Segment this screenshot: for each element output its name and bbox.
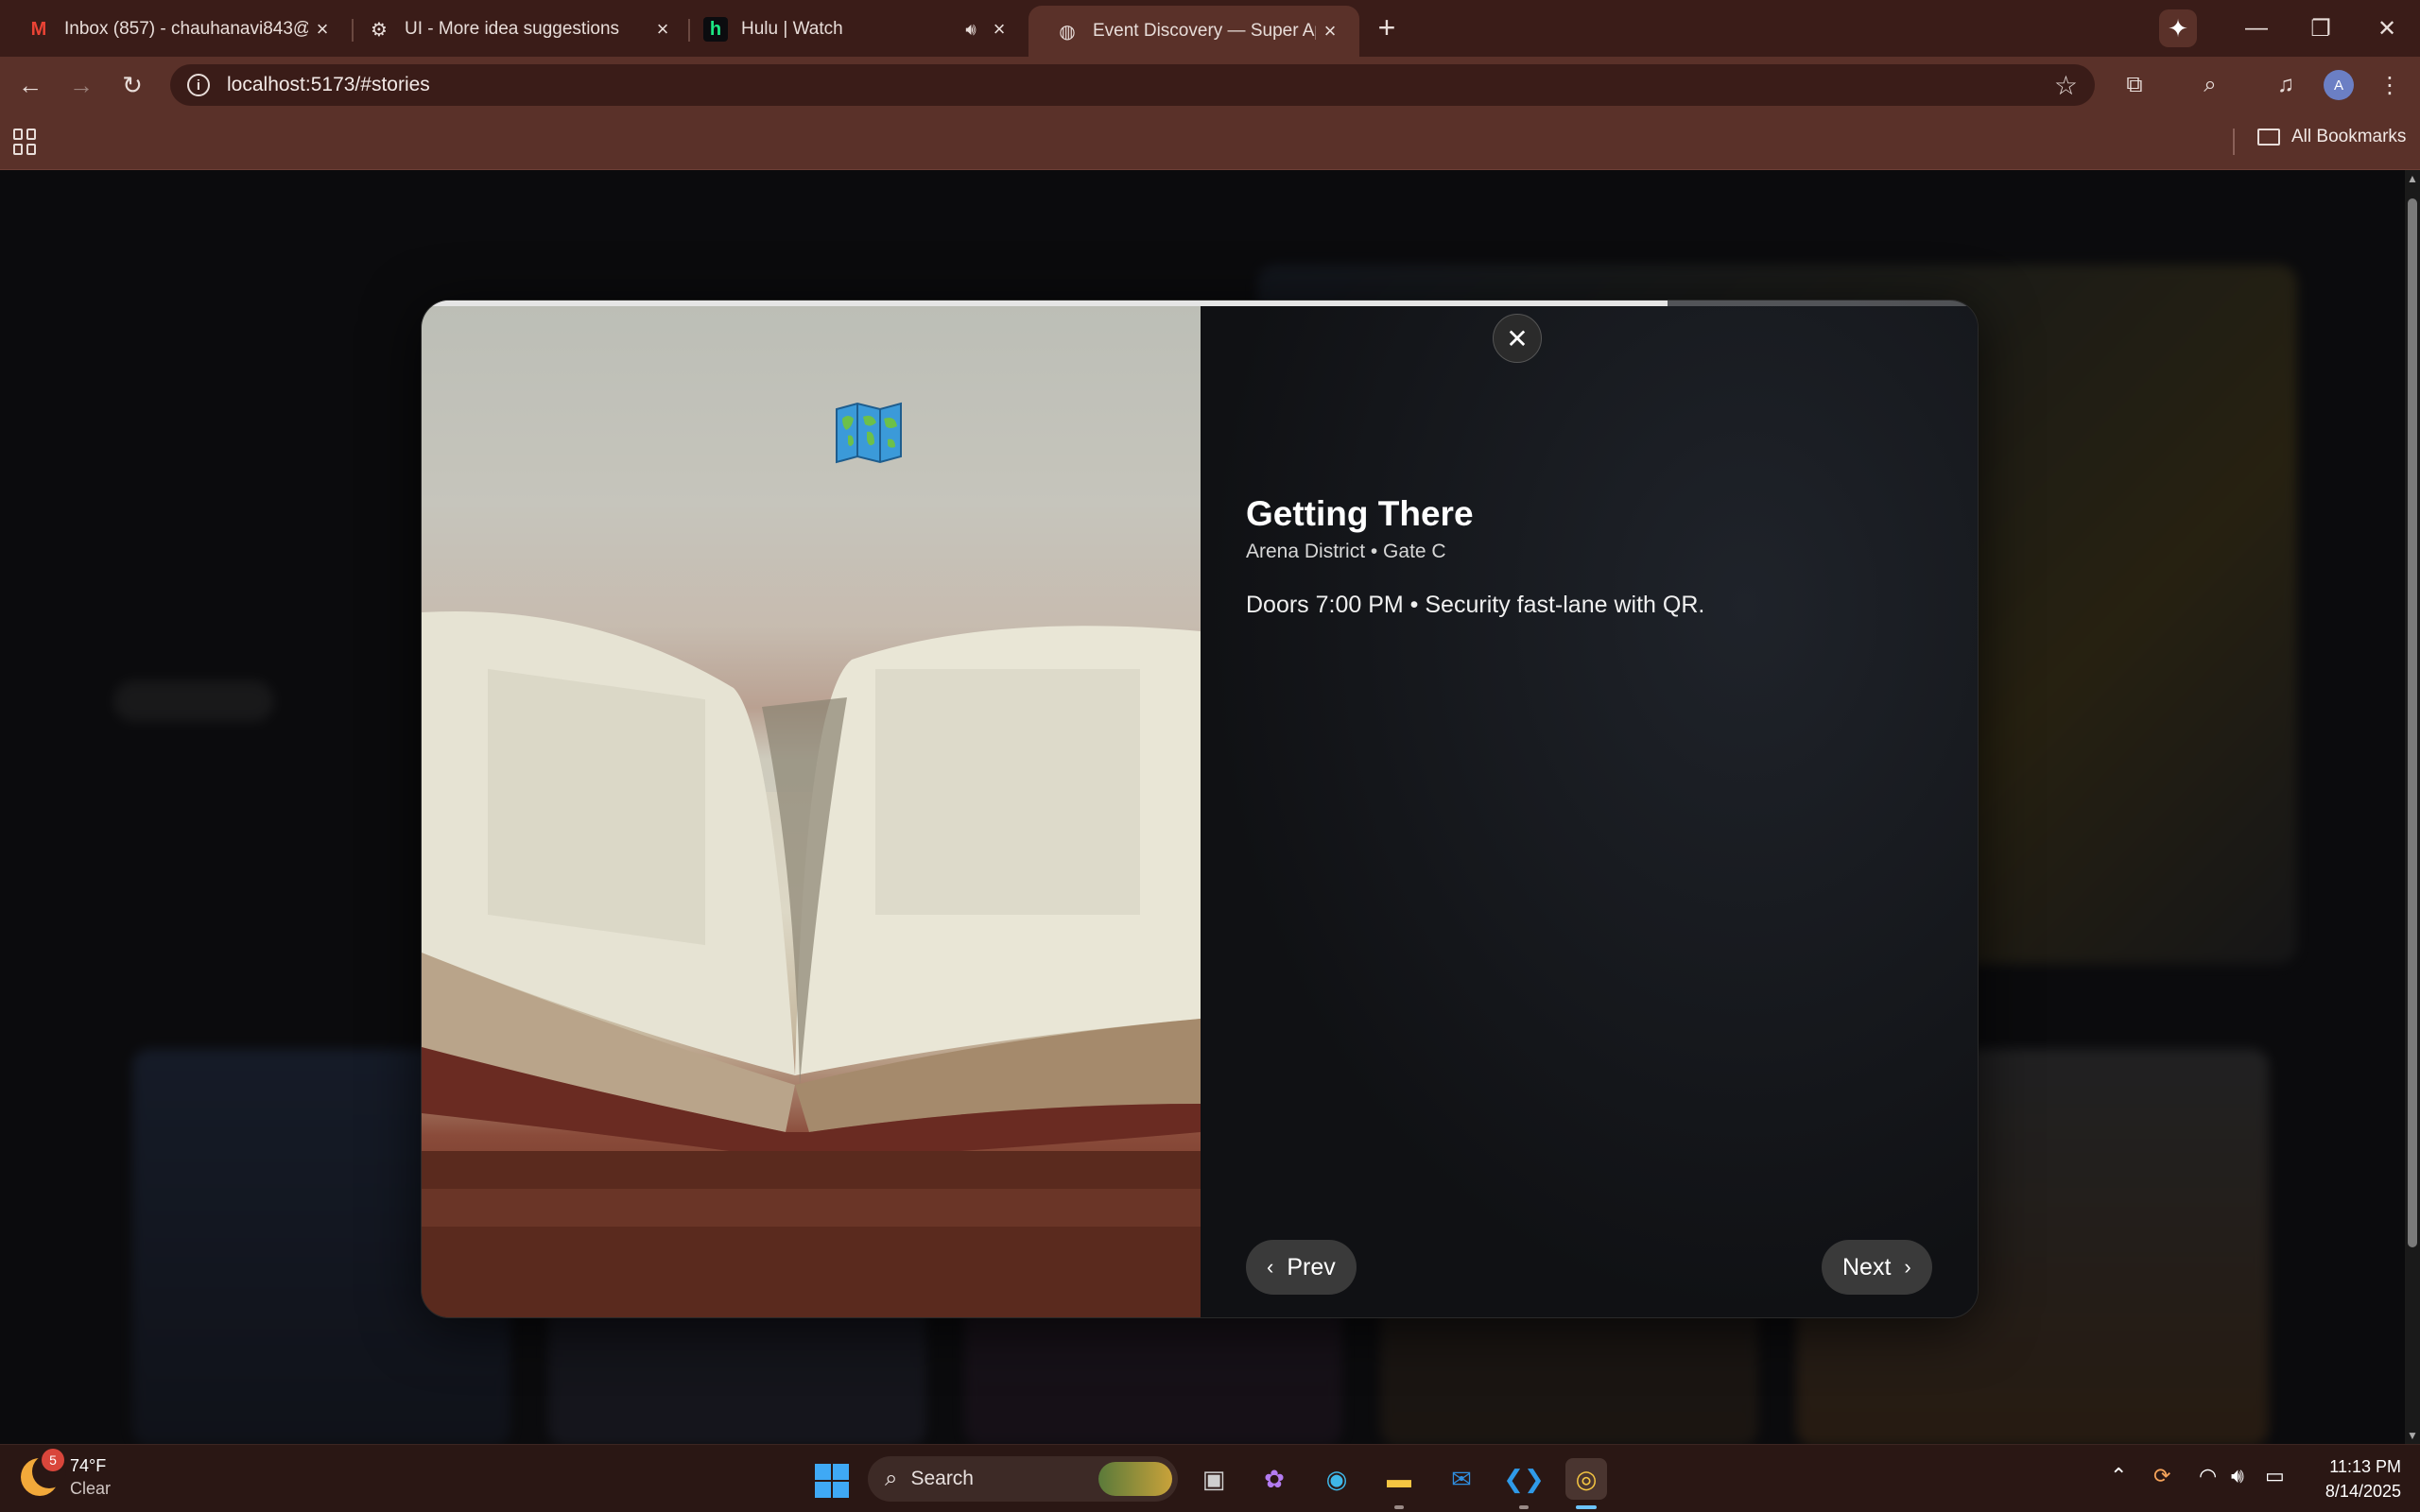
clock-date: 8/14/2025: [2325, 1482, 2401, 1501]
back-icon[interactable]: ←: [11, 66, 49, 104]
close-icon: ✕: [1506, 323, 1529, 353]
story-info-panel: [1201, 301, 1978, 1317]
active-indicator: [1576, 1505, 1597, 1509]
tab-search-icon[interactable]: ⌕: [2191, 66, 2229, 104]
media-controls-icon[interactable]: ♫: [2267, 66, 2305, 104]
tab-gmail[interactable]: M Inbox (857) - chauhanavi843@ ×: [0, 8, 352, 51]
scrollbar-thumb[interactable]: [2408, 198, 2417, 1247]
tab-title: Hulu | Watch: [741, 19, 843, 39]
hulu-icon: h: [703, 17, 728, 42]
edge-icon[interactable]: ◉: [1316, 1458, 1357, 1500]
search-highlight-image: [1098, 1462, 1172, 1496]
task-view-icon[interactable]: ▣: [1193, 1458, 1235, 1500]
tab-event-discovery[interactable]: ◍ Event Discovery — Super App ×: [1028, 6, 1359, 57]
running-indicator: [1394, 1505, 1404, 1509]
backdrop-chip: [113, 680, 274, 722]
sync-icon[interactable]: ⟳: [2153, 1464, 2170, 1488]
system-clock[interactable]: 11:13 PM 8/14/2025: [2305, 1454, 2401, 1503]
windows-start-icon[interactable]: [815, 1464, 849, 1498]
taskbar-search[interactable]: ⌕ Search: [868, 1456, 1178, 1502]
search-placeholder: Search: [910, 1468, 974, 1489]
forward-icon[interactable]: →: [62, 66, 100, 104]
gemini-icon[interactable]: ✦: [2159, 9, 2197, 47]
bookmarks-bar: All Bookmarks: [0, 112, 2420, 170]
restore-icon[interactable]: ❐: [2297, 9, 2344, 47]
story-progress-track: [422, 301, 1978, 306]
story-image: [422, 301, 1201, 1317]
windows-taskbar: 5 74°F Clear ⌕ Search ▣ ✿ ◉ ▬ ✉ ❮❯ ◎ ⌃ ⟳…: [0, 1444, 2420, 1512]
close-tab-icon[interactable]: ×: [1316, 17, 1344, 45]
tab-title: Event Discovery — Super App: [1093, 21, 1316, 41]
world-map-icon: [836, 402, 902, 464]
show-hidden-icons[interactable]: ⌃: [2110, 1464, 2127, 1488]
bookmarks-separator: [2233, 129, 2235, 155]
new-tab-button[interactable]: +: [1371, 10, 1403, 44]
chevron-left-icon: ‹: [1267, 1255, 1274, 1279]
close-story-button[interactable]: ✕: [1493, 314, 1542, 363]
tab-ui-ideas[interactable]: ⚙ UI - More idea suggestions ×: [340, 8, 692, 51]
tab-hulu[interactable]: h Hulu | Watch 🔊︎ ×: [677, 8, 1028, 51]
story-progress-fill: [422, 301, 1668, 306]
all-bookmarks-button[interactable]: All Bookmarks: [2257, 127, 2406, 147]
close-window-icon[interactable]: ✕: [2363, 9, 2411, 47]
site-info-icon[interactable]: i: [187, 74, 210, 96]
minimize-icon[interactable]: —: [2233, 9, 2280, 47]
tab-title: UI - More idea suggestions: [405, 19, 620, 39]
speaker-icon[interactable]: 🔊︎: [957, 15, 985, 43]
profile-avatar[interactable]: A: [2324, 70, 2354, 100]
address-bar[interactable]: i localhost:5173/#stories ☆: [170, 64, 2095, 106]
clock-time: 11:13 PM: [2329, 1457, 2401, 1476]
battery-icon[interactable]: ▭: [2265, 1464, 2285, 1488]
browser-toolbar: ← → ↻ i localhost:5173/#stories ☆ ⧉ ⌕ ♫ …: [0, 57, 2420, 112]
gmail-icon: M: [30, 18, 47, 40]
scroll-up-icon[interactable]: ▲: [2407, 172, 2418, 185]
story-title: Getting There: [1246, 494, 1474, 533]
search-icon: ⌕: [885, 1466, 898, 1491]
wifi-icon[interactable]: ◠: [2199, 1464, 2217, 1488]
notification-badge: 5: [42, 1449, 64, 1471]
url-text[interactable]: localhost:5173/#stories: [227, 74, 430, 96]
weather-temp: 74°F: [70, 1456, 107, 1475]
story-subtitle: Arena District • Gate C: [1246, 541, 1446, 562]
scroll-down-icon[interactable]: ▼: [2407, 1429, 2418, 1442]
chevron-right-icon: ›: [1904, 1255, 1911, 1279]
chrome-icon[interactable]: ◎: [1565, 1458, 1607, 1500]
bookmark-star-icon[interactable]: ☆: [2054, 70, 2078, 101]
all-bookmarks-label: All Bookmarks: [2291, 127, 2407, 146]
close-tab-icon[interactable]: ×: [985, 15, 1013, 43]
extensions-icon[interactable]: ⧉: [2116, 66, 2153, 104]
next-button[interactable]: Next ›: [1822, 1240, 1932, 1295]
page-scrollbar[interactable]: ▲ ▼: [2405, 170, 2420, 1444]
running-indicator: [1519, 1505, 1529, 1509]
weather-condition: Clear: [70, 1479, 112, 1498]
folder-icon: [2257, 129, 2280, 146]
globe-icon: ◍: [1059, 21, 1076, 43]
weather-widget[interactable]: 5 74°F Clear: [21, 1449, 112, 1500]
next-label: Next: [1842, 1253, 1892, 1280]
open-book-illustration: [422, 301, 1201, 1317]
file-explorer-icon[interactable]: ▬: [1378, 1458, 1420, 1500]
close-tab-icon[interactable]: ×: [648, 15, 677, 43]
close-tab-icon[interactable]: ×: [308, 15, 337, 43]
tab-title: Inbox (857) - chauhanavi843@: [64, 19, 308, 39]
menu-icon[interactable]: ⋮: [2371, 66, 2409, 104]
vscode-icon[interactable]: ❮❯: [1503, 1458, 1545, 1500]
openai-icon: ⚙: [371, 19, 388, 41]
prev-button[interactable]: ‹ Prev: [1246, 1240, 1357, 1295]
story-description: Doors 7:00 PM • Security fast-lane with …: [1246, 592, 1705, 618]
copilot-icon[interactable]: ✿: [1253, 1458, 1295, 1500]
tab-strip: M Inbox (857) - chauhanavi843@ × ⚙ UI - …: [0, 0, 2420, 57]
reload-icon[interactable]: ↻: [113, 66, 151, 104]
story-modal: ✕ Getting There Arena District • Gate C …: [421, 300, 1979, 1318]
prev-label: Prev: [1287, 1253, 1336, 1280]
outlook-icon[interactable]: ✉: [1441, 1458, 1482, 1500]
apps-grid-icon[interactable]: [13, 129, 40, 155]
volume-icon[interactable]: 🔊︎: [2231, 1464, 2244, 1488]
